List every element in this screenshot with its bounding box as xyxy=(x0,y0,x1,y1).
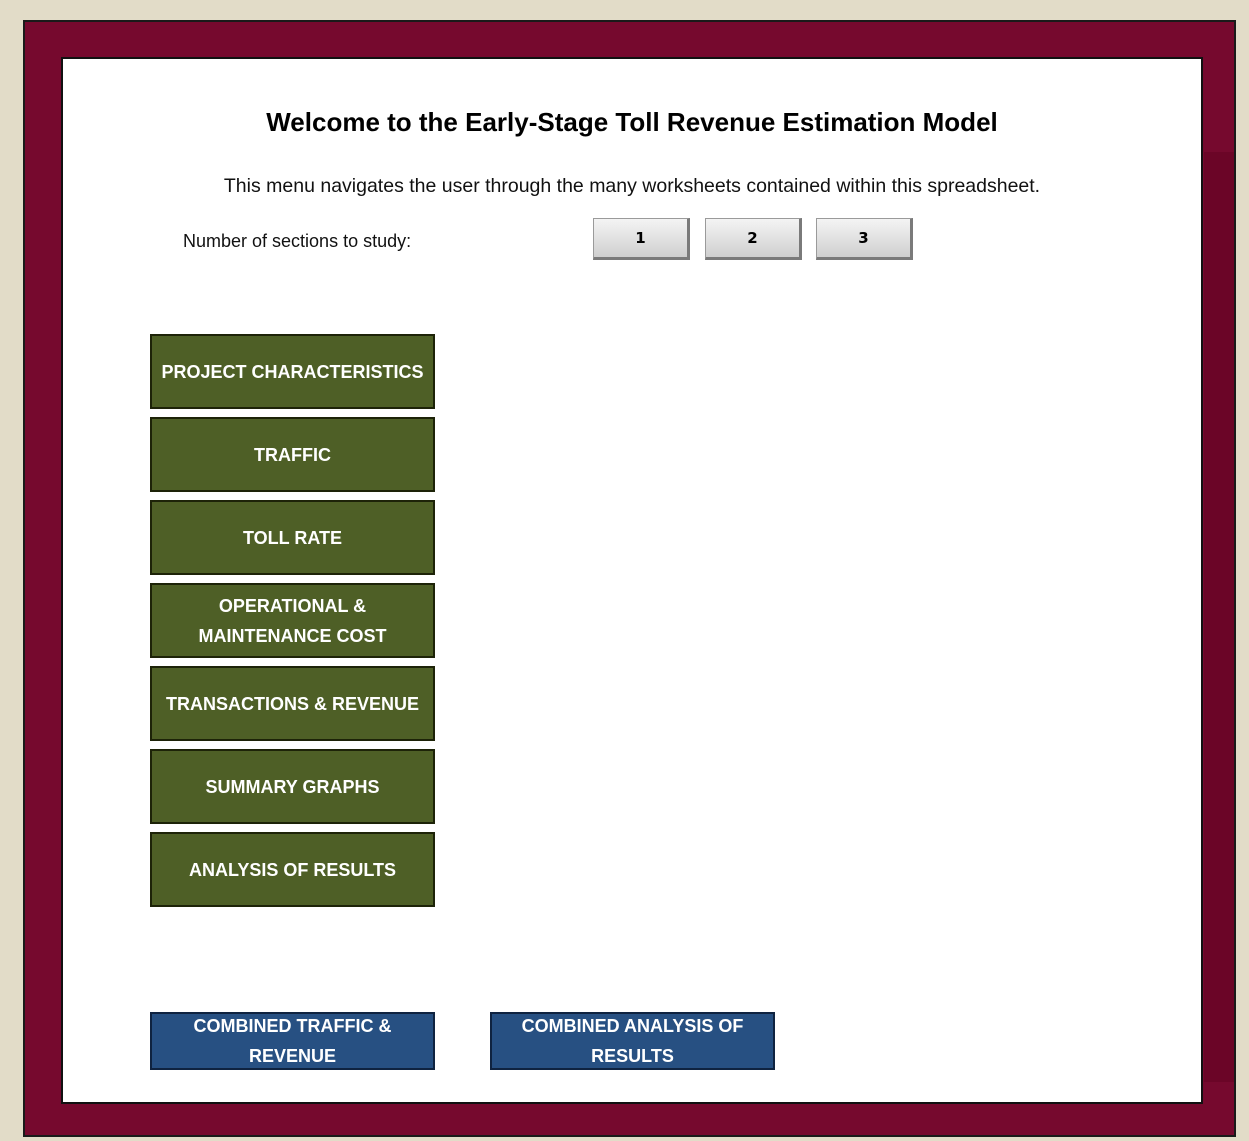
combined-traffic-revenue-button[interactable]: COMBINED TRAFFIC & REVENUE xyxy=(150,1012,435,1070)
page-subtitle: This menu navigates the user through the… xyxy=(223,175,1041,197)
maroon-frame: Welcome to the Early-Stage Toll Revenue … xyxy=(23,20,1236,1137)
sections-1-button[interactable]: 1 xyxy=(593,218,690,260)
sections-3-button[interactable]: 3 xyxy=(816,218,913,260)
toll-rate-button[interactable]: TOLL RATE xyxy=(150,500,435,575)
transactions-revenue-button[interactable]: TRANSACTIONS & REVENUE xyxy=(150,666,435,741)
combined-analysis-of-results-button[interactable]: COMBINED ANALYSIS OF RESULTS xyxy=(490,1012,775,1070)
project-characteristics-button[interactable]: PROJECT CHARACTERISTICS xyxy=(150,334,435,409)
sections-label: Number of sections to study: xyxy=(183,231,412,251)
operational-maintenance-cost-button[interactable]: OPERATIONAL & MAINTENANCE COST xyxy=(150,583,435,658)
traffic-button[interactable]: TRAFFIC xyxy=(150,417,435,492)
page-title: Welcome to the Early-Stage Toll Revenue … xyxy=(266,107,998,137)
menu-panel: Welcome to the Early-Stage Toll Revenue … xyxy=(61,57,1203,1104)
analysis-of-results-button[interactable]: ANALYSIS OF RESULTS xyxy=(150,832,435,907)
frame-shade xyxy=(1204,152,1234,1082)
sections-2-button[interactable]: 2 xyxy=(705,218,802,260)
summary-graphs-button[interactable]: SUMMARY GRAPHS xyxy=(150,749,435,824)
